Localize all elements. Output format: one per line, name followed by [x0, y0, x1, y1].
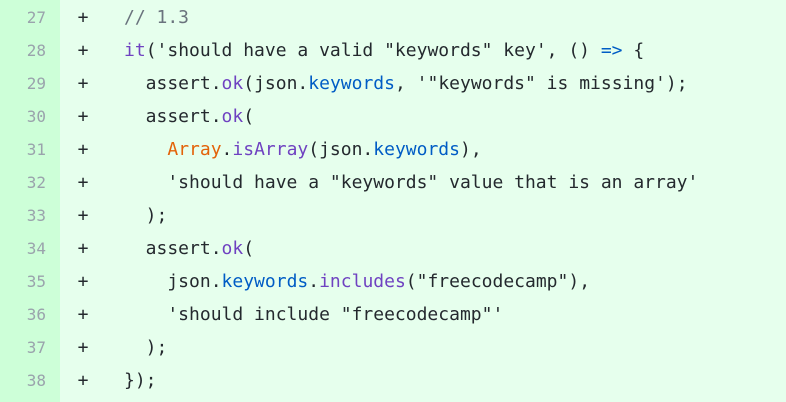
code-line: assert.ok(	[124, 100, 254, 133]
addition-marker: +	[77, 73, 89, 94]
addition-marker: +	[77, 40, 89, 61]
code-token-plain: (	[243, 238, 255, 259]
code-line: );	[124, 199, 168, 232]
code-token-plain: json.	[124, 271, 222, 292]
addition-marker: +	[77, 139, 89, 160]
line-number[interactable]: 37	[0, 331, 46, 364]
code-line: });	[124, 364, 157, 397]
code-token-comment: // 1.3	[124, 7, 190, 28]
line-number[interactable]: 33	[0, 199, 46, 232]
code-line: assert.ok(json.keywords, '"keywords" is …	[124, 67, 688, 100]
addition-marker: +	[77, 271, 89, 292]
addition-marker: +	[77, 304, 89, 325]
addition-marker: +	[77, 7, 89, 28]
code-line: 'should have a "keywords" value that is …	[124, 166, 698, 199]
diff-line: 38 +});	[0, 364, 786, 397]
diff-line: 30 + assert.ok(	[0, 100, 786, 133]
line-number[interactable]: 35	[0, 265, 46, 298]
code-token-prop: keywords	[308, 73, 395, 94]
diff-line: 32 + 'should have a "keywords" value that…	[0, 166, 786, 199]
diff-line: 27 + // 1.3	[0, 1, 786, 34]
code-token-prop: keywords	[373, 139, 460, 160]
diff-line: 28 + it('should have a valid "keywords" ke…	[0, 34, 786, 67]
code-token-plain: ),	[459, 139, 482, 160]
code-token-plain: 'should include "freecodecamp"'	[124, 304, 504, 325]
code-line: // 1.3	[124, 1, 189, 34]
diff-line: 36 + 'should include "freecodecamp"'	[0, 298, 786, 331]
code-token-func: ok	[221, 238, 244, 259]
code-token-plain: ('should have a valid "keywords" key', (…	[145, 40, 601, 61]
diff-line: 29 + assert.ok(json.keywords, '"keywords"…	[0, 67, 786, 100]
line-number[interactable]: 29	[0, 67, 46, 100]
code-token-plain: , '"keywords" is missing');	[394, 73, 688, 94]
diff-line: 31 + Array.isArray(json.keywords),	[0, 133, 786, 166]
line-number[interactable]: 30	[0, 100, 46, 133]
code-token-plain: ("freecodecamp"),	[405, 271, 591, 292]
line-number[interactable]: 36	[0, 298, 46, 331]
code-token-func: isArray	[232, 139, 309, 160]
addition-marker: +	[77, 337, 89, 358]
code-token-plain: );	[124, 337, 168, 358]
addition-marker: +	[77, 238, 89, 259]
diff-line: 34 + assert.ok(	[0, 232, 786, 265]
code-token-plain: (json.	[308, 139, 374, 160]
line-number[interactable]: 28	[0, 34, 46, 67]
code-line: );	[124, 331, 168, 364]
code-line: Array.isArray(json.keywords),	[124, 133, 482, 166]
diff-line: 35 + json.keywords.includes("freecodecamp…	[0, 265, 786, 298]
code-token-func: includes	[319, 271, 406, 292]
code-token-plain: assert.	[124, 106, 222, 127]
code-token-plain: );	[124, 205, 168, 226]
code-token-plain: 'should have a "keywords" value that is …	[124, 172, 699, 193]
code-token-plain: assert.	[124, 73, 222, 94]
diff-line: 37 + );	[0, 331, 786, 364]
line-number[interactable]: 31	[0, 133, 46, 166]
line-number[interactable]: 38	[0, 364, 46, 397]
code-token-func: it	[124, 40, 146, 61]
code-token-arrow: =>	[600, 40, 623, 61]
code-token-func: ok	[221, 106, 244, 127]
code-token-plain: (json.	[243, 73, 309, 94]
code-token-plain: .	[308, 271, 320, 292]
line-number[interactable]: 27	[0, 1, 46, 34]
addition-marker: +	[77, 106, 89, 127]
diff-line: 33 + );	[0, 199, 786, 232]
addition-marker: +	[77, 172, 89, 193]
code-line: it('should have a valid "keywords" key',…	[124, 34, 644, 67]
code-token-plain: .	[221, 139, 233, 160]
line-number[interactable]: 32	[0, 166, 46, 199]
code-token-plain: assert.	[124, 238, 222, 259]
addition-marker: +	[77, 370, 89, 391]
code-token-builtin: Array	[167, 139, 222, 160]
code-line: 'should include "freecodecamp"'	[124, 298, 503, 331]
code-line: json.keywords.includes("freecodecamp"),	[124, 265, 590, 298]
code-token-plain: {	[622, 40, 645, 61]
code-token-plain: });	[124, 370, 157, 391]
line-number[interactable]: 34	[0, 232, 46, 265]
code-token-plain: (	[243, 106, 255, 127]
diff-view: 27 + // 1.3 28 + it('should have a valid "key…	[0, 0, 786, 402]
addition-marker: +	[77, 205, 89, 226]
code-token-prop: keywords	[221, 271, 309, 292]
code-line: assert.ok(	[124, 232, 254, 265]
code-token-func: ok	[221, 73, 244, 94]
